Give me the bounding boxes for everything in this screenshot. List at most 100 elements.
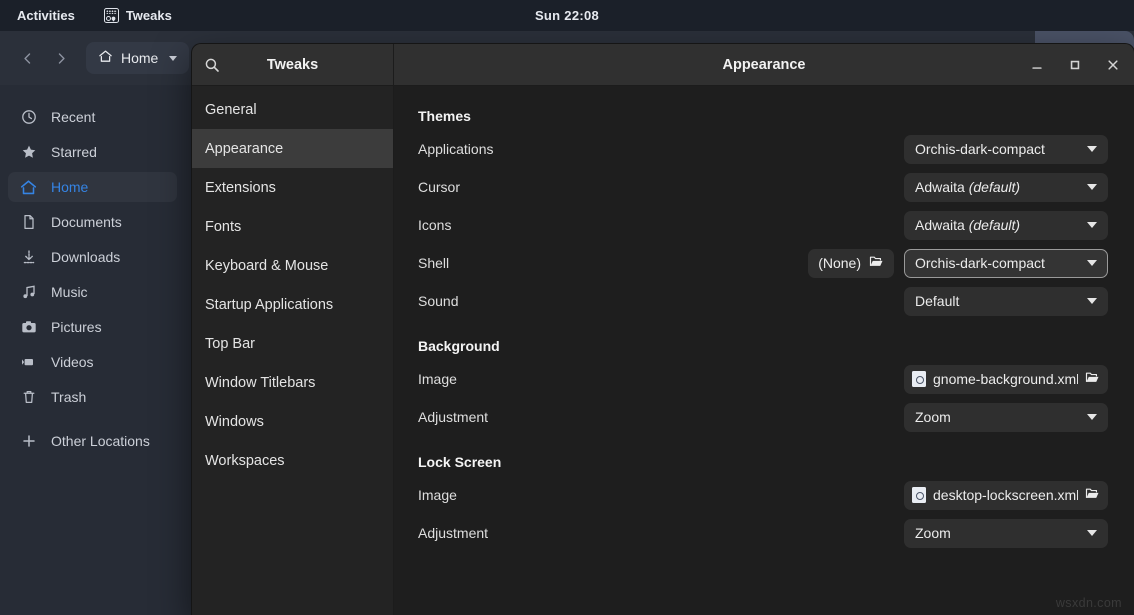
tab-keyboard-mouse[interactable]: Keyboard & Mouse <box>192 246 393 285</box>
star-icon <box>20 144 37 160</box>
sidebar-item-starred[interactable]: Starred <box>8 137 177 167</box>
minimize-icon[interactable] <box>1026 54 1048 76</box>
chevron-right-icon[interactable] <box>46 43 76 73</box>
nav-label: Window Titlebars <box>205 375 315 391</box>
xml-file-icon <box>912 371 926 387</box>
sidebar-item-home[interactable]: Home <box>8 172 177 202</box>
chevron-down-icon <box>1087 260 1097 266</box>
shell-theme-file-button[interactable]: (None) <box>808 249 894 278</box>
tab-top-bar[interactable]: Top Bar <box>192 324 393 363</box>
lockscreen-image-file-button[interactable]: desktop-lockscreen.xml <box>904 481 1108 510</box>
trash-icon <box>20 389 37 405</box>
sidebar-item-recent[interactable]: Recent <box>8 102 177 132</box>
sidebar-item-other-locations[interactable]: Other Locations <box>8 426 177 456</box>
row-control: Adwaita (default) <box>904 211 1108 240</box>
row-label: Cursor <box>418 179 904 195</box>
section-title-themes: Themes <box>418 108 1108 124</box>
background-adjustment-dropdown[interactable]: Zoom <box>904 403 1108 432</box>
nav-label: General <box>205 102 257 118</box>
tab-window-titlebars[interactable]: Window Titlebars <box>192 363 393 402</box>
row-label: Applications <box>418 141 904 157</box>
nav-label: Appearance <box>205 141 283 157</box>
dropdown-value: Adwaita (default) <box>915 179 1087 195</box>
nav-label: Top Bar <box>205 336 255 352</box>
gnome-top-bar: Activities Tweaks Sun 22:08 <box>0 0 1134 31</box>
app-menu-label: Tweaks <box>126 8 172 23</box>
tab-general[interactable]: General <box>192 90 393 129</box>
sidebar-item-label: Other Locations <box>51 433 150 449</box>
tab-fonts[interactable]: Fonts <box>192 207 393 246</box>
sound-theme-dropdown[interactable]: Default <box>904 287 1108 316</box>
row-control: Adwaita (default) <box>904 173 1108 202</box>
sidebar-item-label: Pictures <box>51 319 102 335</box>
chevron-down-icon <box>1087 530 1097 536</box>
sidebar-item-label: Documents <box>51 214 122 230</box>
sidebar-item-music[interactable]: Music <box>8 277 177 307</box>
chevron-down-icon <box>169 56 177 61</box>
tweaks-headerbar: Tweaks Appearance <box>192 44 1134 86</box>
clock[interactable]: Sun 22:08 <box>497 8 637 23</box>
row-control: gnome-background.xml <box>904 365 1108 394</box>
sidebar-item-pictures[interactable]: Pictures <box>8 312 177 342</box>
row-label: Icons <box>418 217 904 233</box>
sidebar-item-label: Downloads <box>51 249 120 265</box>
chevron-down-icon <box>1087 414 1097 420</box>
plus-icon <box>20 433 37 449</box>
tweaks-nav-list: General Appearance Extensions Fonts Keyb… <box>192 86 394 615</box>
file-name: desktop-lockscreen.xml <box>933 487 1078 503</box>
chevron-down-icon <box>1087 222 1097 228</box>
file-button-label: (None) <box>818 255 861 271</box>
path-bar-home-button[interactable]: Home <box>86 42 189 74</box>
row-control: Zoom <box>904 403 1108 432</box>
nav-label: Startup Applications <box>205 297 333 313</box>
home-icon <box>98 49 113 67</box>
chevron-left-icon[interactable] <box>12 43 42 73</box>
tweaks-window: Tweaks Appearance Gene <box>192 44 1134 615</box>
row-label: Sound <box>418 293 904 309</box>
folder-open-icon <box>1085 370 1100 388</box>
row-control: desktop-lockscreen.xml <box>904 481 1108 510</box>
tab-startup-applications[interactable]: Startup Applications <box>192 285 393 324</box>
nav-label: Workspaces <box>205 453 285 469</box>
row-label: Image <box>418 371 904 387</box>
tweaks-app-title: Tweaks <box>192 57 393 73</box>
tab-extensions[interactable]: Extensions <box>192 168 393 207</box>
tab-windows[interactable]: Windows <box>192 402 393 441</box>
folder-open-icon <box>869 254 884 272</box>
watermark: wsxdn.com <box>1056 596 1122 610</box>
row-label: Adjustment <box>418 409 904 425</box>
dropdown-value: Adwaita (default) <box>915 217 1087 233</box>
close-icon[interactable] <box>1102 54 1124 76</box>
tweaks-body: General Appearance Extensions Fonts Keyb… <box>192 86 1134 615</box>
icons-theme-dropdown[interactable]: Adwaita (default) <box>904 211 1108 240</box>
cursor-theme-dropdown[interactable]: Adwaita (default) <box>904 173 1108 202</box>
sidebar-item-downloads[interactable]: Downloads <box>8 242 177 272</box>
tab-appearance[interactable]: Appearance <box>192 129 393 168</box>
activities-button[interactable]: Activities <box>9 5 83 26</box>
lockscreen-adjustment-dropdown[interactable]: Zoom <box>904 519 1108 548</box>
app-menu-tweaks[interactable]: Tweaks <box>96 5 180 26</box>
row-control: Orchis-dark-compact <box>904 135 1108 164</box>
dropdown-value: Default <box>915 293 1087 309</box>
maximize-icon[interactable] <box>1064 54 1086 76</box>
sidebar-item-label: Starred <box>51 144 97 160</box>
row-control: Zoom <box>904 519 1108 548</box>
tab-workspaces[interactable]: Workspaces <box>192 441 393 480</box>
page-title: Appearance <box>394 57 1134 73</box>
file-name: gnome-background.xml <box>933 371 1078 387</box>
sidebar-item-videos[interactable]: Videos <box>8 347 177 377</box>
row-lockscreen-adjustment: Adjustment Zoom <box>418 514 1108 552</box>
applications-theme-dropdown[interactable]: Orchis-dark-compact <box>904 135 1108 164</box>
sidebar-item-trash[interactable]: Trash <box>8 382 177 412</box>
dropdown-value: Zoom <box>915 409 1087 425</box>
sidebar-item-documents[interactable]: Documents <box>8 207 177 237</box>
background-image-file-button[interactable]: gnome-background.xml <box>904 365 1108 394</box>
search-icon[interactable] <box>204 57 220 73</box>
sidebar-item-label: Recent <box>51 109 95 125</box>
shell-theme-dropdown[interactable]: Orchis-dark-compact <box>904 249 1108 278</box>
nav-label: Fonts <box>205 219 241 235</box>
home-icon <box>20 179 37 196</box>
dropdown-value: Orchis-dark-compact <box>915 255 1087 271</box>
clock-icon <box>20 109 37 125</box>
chevron-down-icon <box>1087 184 1097 190</box>
